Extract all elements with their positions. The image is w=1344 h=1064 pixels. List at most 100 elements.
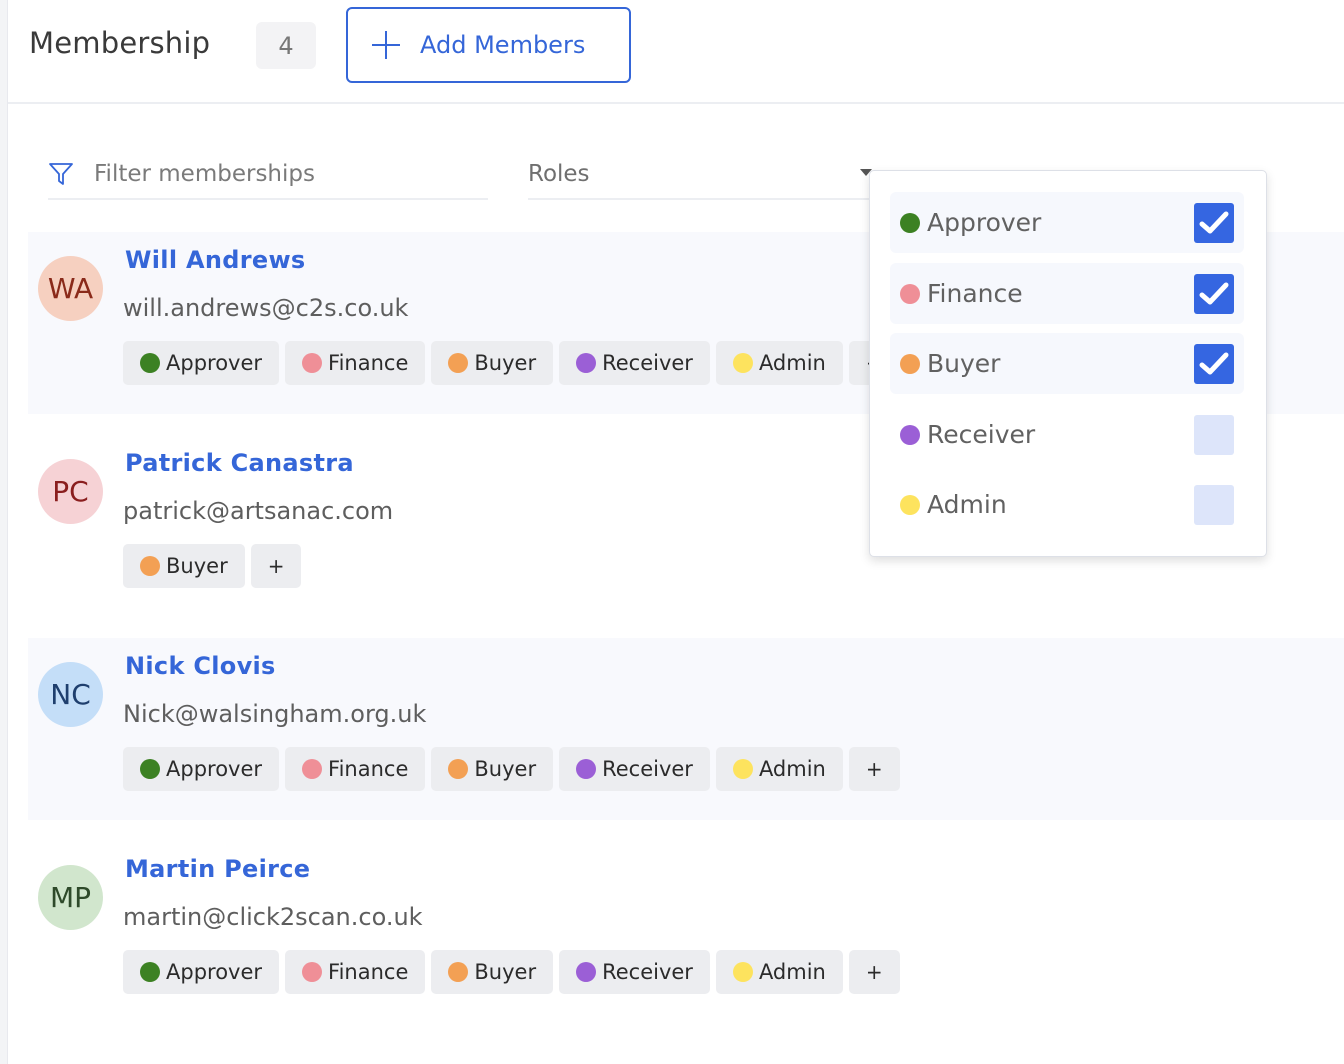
role-tag-label: Approver (166, 960, 263, 984)
left-panel-edge (0, 0, 8, 1064)
member-name-link[interactable]: Martin Peirce (125, 855, 310, 883)
role-tag-buyer[interactable]: Buyer (431, 747, 554, 791)
role-color-dot-icon (302, 353, 323, 373)
role-color-dot-icon (140, 962, 160, 982)
role-tag-receiver[interactable]: Receiver (559, 747, 710, 791)
member-row: MP Martin Peirce martin@click2scan.co.uk Ap… (28, 841, 1344, 1023)
role-option-checkbox[interactable] (1194, 274, 1234, 314)
role-tag-admin[interactable]: Admin (715, 341, 843, 385)
role-tag-label: Approver (166, 351, 263, 375)
role-tag-buyer[interactable]: Buyer (123, 544, 245, 588)
add-members-button[interactable]: Add Members (346, 7, 631, 83)
role-color-dot-icon (576, 759, 597, 779)
role-color-dot-icon (900, 353, 920, 374)
role-option-approver[interactable]: Approver (890, 192, 1244, 253)
avatar: NC (38, 662, 103, 727)
role-color-dot-icon (900, 424, 920, 445)
role-color-dot-icon (448, 353, 469, 373)
member-name-link[interactable]: Will Andrews (125, 246, 306, 274)
role-tag-label: Admin (758, 960, 826, 984)
role-tag-label: Finance (328, 757, 409, 781)
role-color-dot-icon (732, 962, 753, 982)
role-tag-label: Approver (166, 757, 263, 781)
role-color-dot-icon (140, 353, 160, 373)
role-tag-approver[interactable]: Approver (123, 747, 280, 791)
role-tag-admin[interactable]: Admin (715, 747, 843, 791)
role-color-dot-icon (900, 283, 920, 304)
filter-memberships-field (48, 150, 488, 200)
role-color-dot-icon (302, 759, 323, 779)
role-option-checkbox[interactable] (1194, 415, 1234, 455)
avatar: MP (38, 865, 103, 930)
add-role-button[interactable]: + (250, 544, 302, 588)
role-option-label: Admin (927, 490, 1007, 519)
role-option-buyer[interactable]: Buyer (890, 333, 1244, 394)
role-tag-admin[interactable]: Admin (715, 950, 843, 994)
member-email: Nick@walsingham.org.uk (123, 700, 427, 728)
filter-icon (49, 163, 73, 185)
role-option-label: Receiver (927, 420, 1036, 449)
role-option-receiver[interactable]: Receiver (890, 404, 1244, 465)
roles-dropdown-menu: Approver Finance Buyer Receiver Admin (869, 170, 1267, 557)
role-color-dot-icon (448, 962, 469, 982)
add-role-button[interactable]: + (848, 747, 900, 791)
role-option-checkbox[interactable] (1194, 344, 1234, 384)
plus-icon (372, 31, 400, 59)
membership-header: Membership 4 Add Members (8, 0, 1344, 104)
role-tags: Approver Finance Buyer Receiver Admin + (123, 747, 900, 791)
add-role-button[interactable]: + (848, 950, 900, 994)
page-title: Membership (29, 26, 211, 60)
role-tags: ApproverFinanceBuyerReceiverAdmin+ (123, 341, 900, 385)
role-color-dot-icon (448, 759, 469, 779)
member-email: martin@click2scan.co.uk (123, 903, 423, 931)
checkmark-icon (1199, 352, 1229, 375)
role-color-dot-icon (302, 962, 323, 982)
role-color-dot-icon (140, 759, 160, 779)
role-tags: Buyer + (123, 544, 302, 588)
role-color-dot-icon (900, 494, 920, 515)
role-tag-buyer[interactable]: Buyer (431, 950, 554, 994)
role-tag-finance[interactable]: Finance (285, 341, 426, 385)
role-tag-label: Buyer (474, 757, 537, 781)
role-tag-receiver[interactable]: Receiver (559, 950, 710, 994)
member-name-link[interactable]: Nick Clovis (125, 652, 276, 680)
role-option-finance[interactable]: Finance (890, 263, 1244, 324)
role-color-dot-icon (576, 353, 597, 373)
role-tag-receiver[interactable]: Receiver (559, 341, 710, 385)
member-name-link[interactable]: Patrick Canastra (125, 449, 354, 477)
role-tag-finance[interactable]: Finance (285, 950, 426, 994)
member-row: NC Nick Clovis Nick@walsingham.org.uk Appro… (28, 638, 1344, 820)
role-tag-label: Finance (328, 351, 409, 375)
role-tag-approver[interactable]: Approver (123, 950, 280, 994)
role-tag-label: Buyer (166, 554, 228, 578)
role-option-checkbox[interactable] (1194, 485, 1234, 525)
checkmark-icon (1199, 282, 1229, 305)
role-tag-label: Buyer (474, 351, 537, 375)
add-members-label: Add Members (420, 31, 586, 59)
member-email: patrick@artsanac.com (123, 497, 394, 525)
avatar: PC (38, 459, 103, 524)
role-option-checkbox[interactable] (1194, 203, 1234, 243)
role-color-dot-icon (576, 962, 597, 982)
member-count-badge: 4 (256, 22, 316, 69)
role-tag-label: Buyer (474, 960, 537, 984)
role-option-label: Approver (927, 208, 1042, 237)
role-color-dot-icon (900, 212, 920, 233)
filter-memberships-input[interactable] (94, 161, 474, 187)
roles-select-label: Roles (528, 161, 590, 187)
role-option-label: Buyer (927, 349, 1001, 378)
role-option-label: Finance (927, 279, 1023, 308)
role-tag-label: Receiver (602, 960, 693, 984)
role-tag-label: Receiver (602, 757, 693, 781)
role-option-admin[interactable]: Admin (890, 474, 1244, 535)
role-tag-label: Admin (758, 757, 826, 781)
avatar: WA (38, 256, 103, 321)
role-tag-approver[interactable]: Approver (123, 341, 280, 385)
role-tag-finance[interactable]: Finance (285, 747, 426, 791)
role-tag-label: Finance (328, 960, 409, 984)
role-tags: Approver Finance Buyer Receiver Admin + (123, 950, 900, 994)
roles-select[interactable]: Roles (528, 150, 873, 200)
member-email: will.andrews@c2s.co.uk (123, 294, 409, 322)
role-tag-label: Receiver (602, 351, 693, 375)
role-tag-buyer[interactable]: Buyer (431, 341, 554, 385)
